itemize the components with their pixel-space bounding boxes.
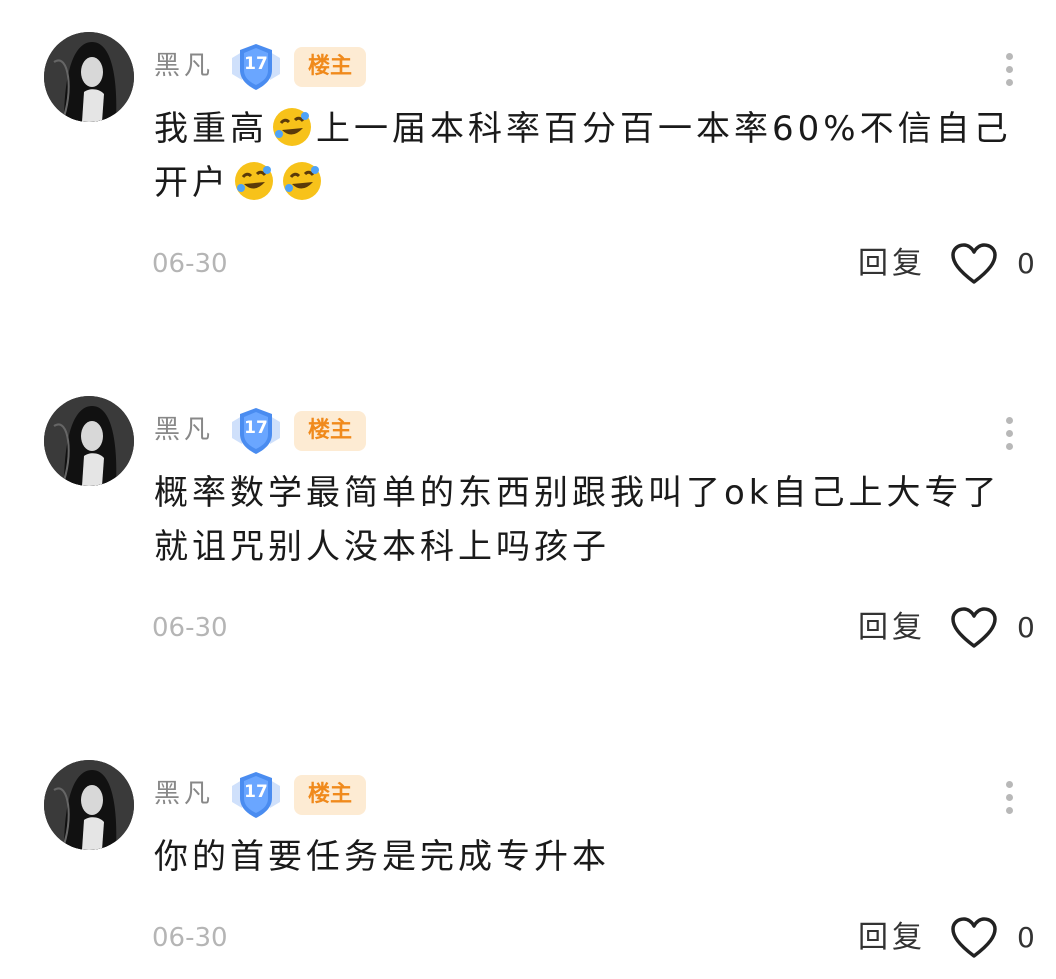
level-number: 17	[244, 54, 268, 74]
owner-badge: 楼主	[294, 775, 366, 815]
comment-text: 我重高 上一届本科率百分百一本率60%不信自己开户	[154, 102, 1034, 210]
level-badge: 17	[228, 768, 284, 820]
more-icon[interactable]	[996, 50, 1022, 90]
like-count: 0	[1017, 247, 1035, 280]
more-icon[interactable]	[996, 414, 1022, 454]
level-number: 17	[244, 418, 268, 438]
owner-badge: 楼主	[294, 411, 366, 451]
comment-date: 06-30	[152, 613, 228, 643]
emoji-laughing-icon	[235, 162, 273, 200]
avatar[interactable]	[44, 32, 134, 122]
reply-button[interactable]: 回复	[858, 244, 926, 284]
like-count: 0	[1017, 921, 1035, 954]
like-count: 0	[1017, 611, 1035, 644]
more-icon[interactable]	[996, 778, 1022, 818]
level-badge: 17	[228, 404, 284, 456]
comment-text-part: 我重高	[154, 109, 268, 149]
emoji-laughing-icon	[283, 162, 321, 200]
level-number: 17	[244, 782, 268, 802]
heart-icon[interactable]	[950, 242, 998, 286]
comment-text: 你的首要任务是完成专升本	[154, 837, 610, 877]
emoji-laughing-icon	[273, 108, 311, 146]
avatar[interactable]	[44, 396, 134, 486]
comment-date: 06-30	[152, 923, 228, 953]
avatar[interactable]	[44, 760, 134, 850]
reply-button[interactable]: 回复	[858, 918, 926, 958]
owner-badge: 楼主	[294, 47, 366, 87]
author-name[interactable]: 黑凡	[154, 50, 214, 82]
comment-date: 06-30	[152, 249, 228, 279]
heart-icon[interactable]	[950, 916, 998, 960]
author-name[interactable]: 黑凡	[154, 778, 214, 810]
level-badge: 17	[228, 40, 284, 92]
reply-button[interactable]: 回复	[858, 608, 926, 648]
author-name[interactable]: 黑凡	[154, 414, 214, 446]
heart-icon[interactable]	[950, 606, 998, 650]
comment-text: 概率数学最简单的东西别跟我叫了ok自己上大专了就诅咒别人没本科上吗孩子	[154, 473, 1001, 567]
